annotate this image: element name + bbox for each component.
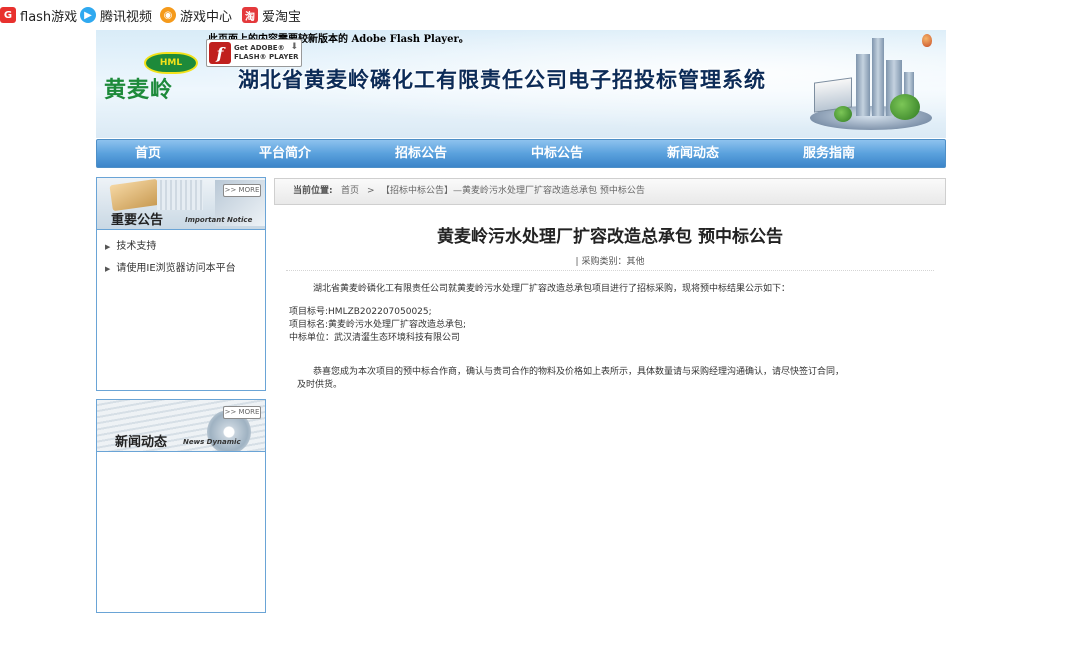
taobao-icon: 淘 — [242, 7, 258, 23]
nav-service-guide[interactable]: 服务指南 — [803, 140, 855, 167]
bookmark-taobao[interactable]: 淘 爱淘宝 — [242, 6, 302, 25]
important-notice-panel: 重要公告 Important Notice >> MORE ▶ 技术支持 ▶ 请使用… — [96, 177, 266, 391]
flash-badge-line1: Get ADOBE® — [234, 44, 285, 52]
site-banner: 此页面上的内容需要较新版本的 Adobe Flash Player。 f Get… — [96, 30, 946, 138]
article-bid-name: 项目标名:黄麦岭污水处理厂扩容改造总承包; — [289, 320, 467, 330]
breadcrumb-home[interactable]: 首页 — [341, 179, 359, 204]
nav-home[interactable]: 首页 — [135, 140, 161, 167]
nav-tender-notice[interactable]: 招标公告 — [395, 140, 447, 167]
bookmark-label: 游戏中心 — [180, 9, 233, 25]
notice-item-label: 请使用IE浏览器访问本平台 — [116, 263, 236, 274]
divider — [286, 270, 934, 271]
breadcrumb: 当前位置: 首页 > 【招标中标公告】—黄麦岭污水处理厂扩容改造总承包 预中标公… — [274, 178, 946, 205]
main-nav: 首页 平台简介 招标公告 中标公告 新闻动态 服务指南 — [96, 139, 946, 168]
article-bid-no: 项目标号:HMLZB202207050025; — [289, 307, 432, 317]
notice-title: 重要公告 — [111, 213, 164, 228]
notice-list: ▶ 技术支持 ▶ 请使用IE浏览器访问本平台 — [97, 230, 265, 280]
bookmark-label: flash游戏 — [20, 9, 78, 25]
breadcrumb-separator: > — [367, 186, 375, 196]
important-notice-header: 重要公告 Important Notice >> MORE — [97, 178, 265, 230]
notice-more-button[interactable]: >> MORE — [223, 184, 261, 197]
news-title: 新闻动态 — [115, 435, 168, 450]
article-closing-2: 及时供货。 — [297, 380, 343, 390]
notice-item[interactable]: ▶ 技术支持 — [97, 236, 265, 258]
game-center-icon: ◉ — [160, 7, 176, 23]
news-title-en: News Dynamic — [183, 438, 241, 446]
logo-name: 黄麦岭 — [104, 77, 174, 103]
balloon-icon — [922, 34, 932, 47]
arrow-right-icon: ▶ — [105, 243, 111, 251]
article-winner: 中标单位：武汉清瀣生态环境科技有限公司 — [289, 333, 461, 343]
nav-news[interactable]: 新闻动态 — [667, 140, 719, 167]
site-title: 湖北省黄麦岭磷化工有限责任公司电子招投标管理系统 — [238, 67, 766, 92]
article-category: | 采购类别：其他 — [575, 257, 645, 267]
download-arrow-icon: ⬇ — [290, 42, 298, 52]
nav-platform-intro[interactable]: 平台简介 — [259, 140, 311, 167]
notice-title-en: Important Notice — [185, 216, 253, 224]
notice-item[interactable]: ▶ 请使用IE浏览器访问本平台 — [97, 258, 265, 280]
nav-award-notice[interactable]: 中标公告 — [531, 140, 583, 167]
flash-badge-line2: FLASH® PLAYER — [234, 53, 299, 61]
notice-item-label: 技术支持 — [116, 241, 157, 252]
breadcrumb-current: 【招标中标公告】—黄麦岭污水处理厂扩容改造总承包 预中标公告 — [381, 186, 645, 196]
flash-game-icon: G — [0, 7, 16, 23]
article-intro: 湖北省黄麦岭磷化工有限责任公司就黄麦岭污水处理厂扩容改造总承包项目进行了招标采购… — [313, 284, 791, 294]
logo-emblem: HML — [144, 52, 198, 74]
bookmark-flash-game[interactable]: G flash游戏 — [0, 6, 78, 25]
arrow-right-icon: ▶ — [105, 265, 111, 273]
bookmarks-bar: G flash游戏 ▶ 腾讯视频 ◉ 游戏中心 淘 爱淘宝 — [0, 0, 1076, 30]
news-more-button[interactable]: >> MORE — [223, 406, 261, 419]
company-logo: HML 黄麦岭 — [104, 50, 230, 103]
tencent-video-icon: ▶ — [80, 7, 96, 23]
article-title: 黄麦岭污水处理厂扩容改造总承包 预中标公告 — [437, 227, 783, 247]
city-illustration — [806, 34, 936, 134]
breadcrumb-label: 当前位置: — [293, 186, 333, 196]
bookmark-label: 爱淘宝 — [262, 9, 302, 25]
bookmark-tencent-video[interactable]: ▶ 腾讯视频 — [80, 6, 153, 25]
news-panel: 新闻动态 News Dynamic >> MORE — [96, 399, 266, 613]
bookmark-game-center[interactable]: ◉ 游戏中心 — [160, 6, 233, 25]
bookmark-label: 腾讯视频 — [100, 9, 153, 25]
article-closing-1: 恭喜您成为本次项目的预中标合作商，确认与贵司合作的物料及价格如上表所示，具体数量… — [313, 367, 845, 377]
news-header: 新闻动态 News Dynamic >> MORE — [97, 400, 265, 452]
